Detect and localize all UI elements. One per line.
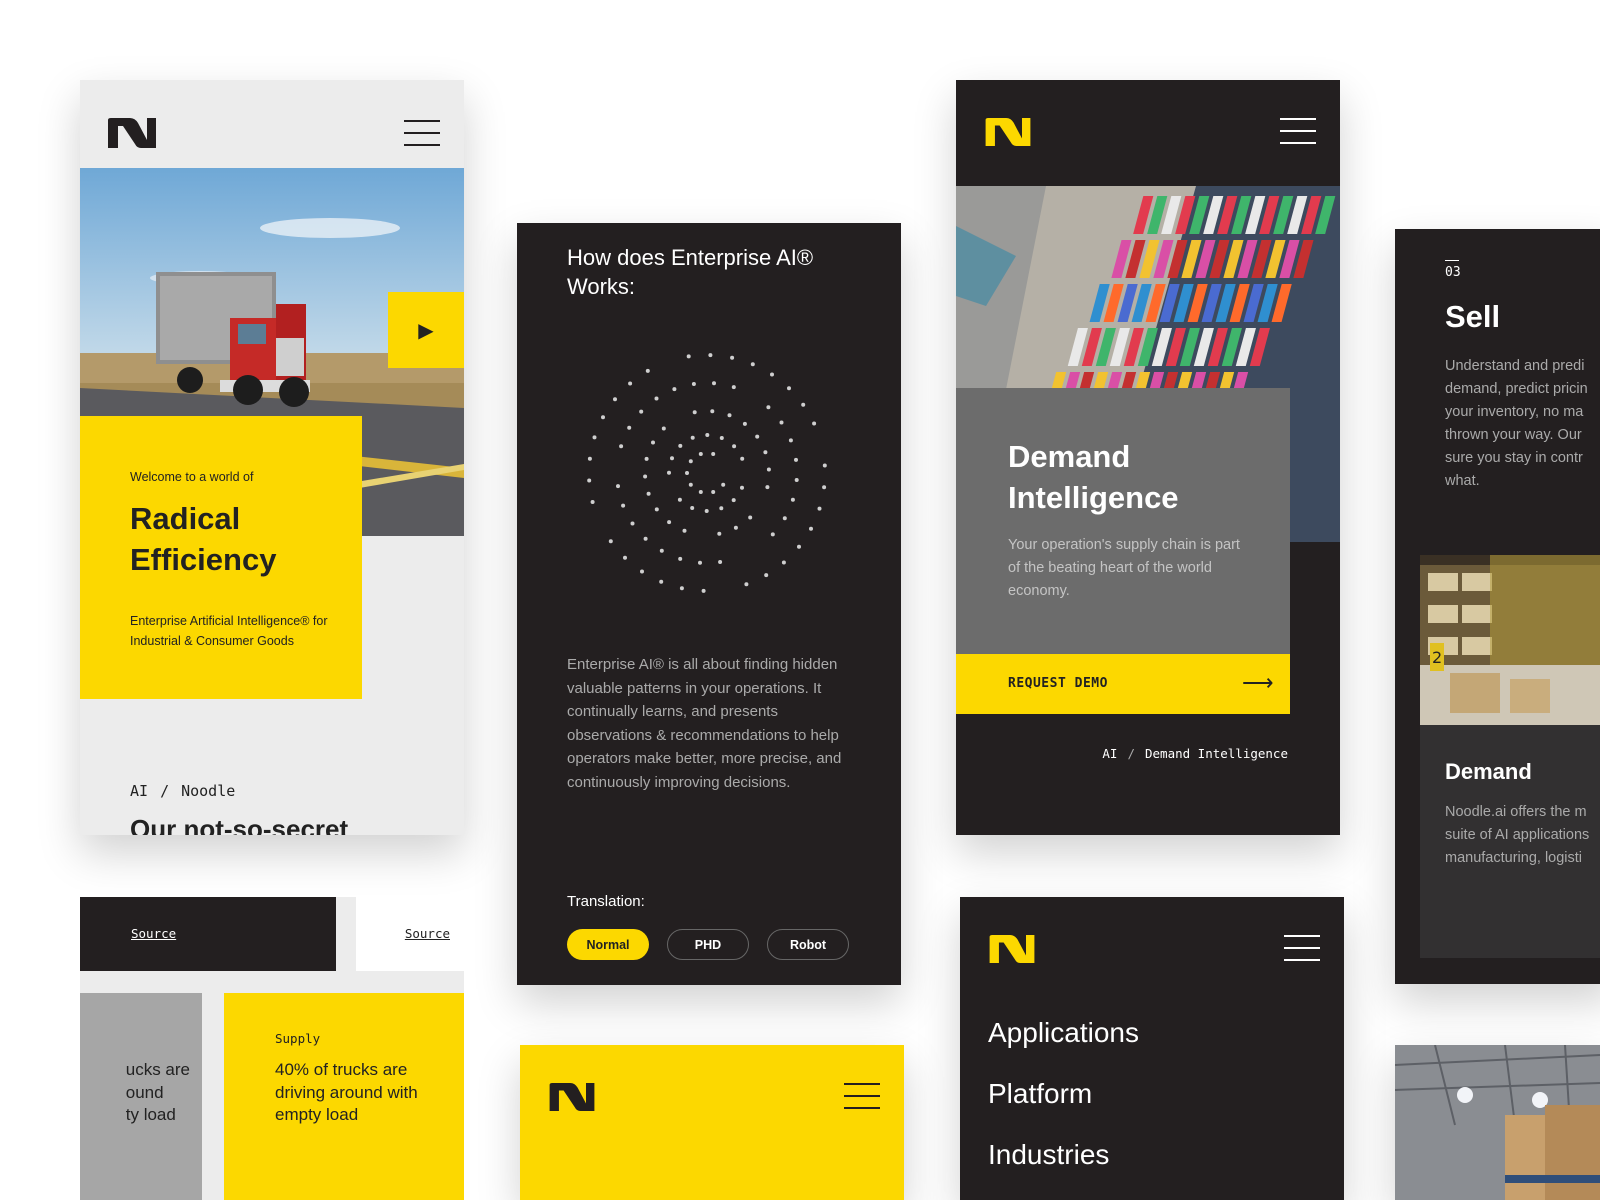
demand-body: Your operation's supply chain is part of… xyxy=(1008,537,1240,599)
stat-text-line: ty load xyxy=(125,1105,176,1124)
sell-body-line: Understand and predi xyxy=(1445,358,1585,374)
menu-icon[interactable] xyxy=(404,120,440,146)
noodle-logo[interactable] xyxy=(984,118,1032,146)
demand-subbody-line: manufacturing, logisti xyxy=(1445,850,1583,866)
menu-item-industries[interactable]: Industries xyxy=(988,1137,1139,1173)
noodle-logo[interactable] xyxy=(108,118,156,148)
request-demo-button[interactable]: REQUEST DEMO ⟶ xyxy=(956,654,1290,714)
warehouse-ceiling-photo xyxy=(1395,1045,1600,1200)
source-band: Source xyxy=(80,897,336,971)
warehouse-shelves-photo: 2 xyxy=(1420,555,1600,725)
request-demo-label: REQUEST DEMO xyxy=(1008,676,1108,691)
step-number: 03 xyxy=(1445,260,1461,280)
demand-heading: Demand Intelligence xyxy=(1008,439,1179,515)
demand-intelligence-screen: Demand Intelligence Your operation's sup… xyxy=(956,80,1340,835)
translation-normal-button[interactable]: Normal xyxy=(567,929,649,960)
sell-body-line: sure you stay in contr xyxy=(1445,450,1583,466)
yellow-header-screen xyxy=(520,1045,904,1200)
demand-subbody-line: Noodle.ai offers the m xyxy=(1445,804,1587,820)
source-band-light: Source xyxy=(356,897,464,971)
source-link[interactable]: Source xyxy=(131,926,176,941)
breadcrumb-separator: / xyxy=(1127,746,1135,761)
sell-body: Understand and predi demand, predict pri… xyxy=(1445,355,1600,493)
svg-text:2: 2 xyxy=(1432,648,1442,667)
main-menu: Applications Platform Industries xyxy=(988,1015,1139,1198)
breadcrumb-ai[interactable]: AI xyxy=(1102,746,1117,761)
demand-panel: Demand Intelligence Your operation's sup… xyxy=(956,388,1290,654)
play-icon: ▶ xyxy=(418,319,434,342)
stat-card-grey: ucks are ound ty load xyxy=(80,993,202,1200)
demand-subpanel: Demand Noodle.ai offers the m suite of A… xyxy=(1420,725,1600,958)
menu-item-platform[interactable]: Platform xyxy=(988,1076,1139,1112)
hero-eyebrow: Welcome to a world of xyxy=(130,470,254,484)
noodle-logo[interactable] xyxy=(988,935,1036,963)
sell-body-line: thrown your way. Our xyxy=(1445,427,1582,443)
stat-card-supply: Supply 40% of trucks are driving around … xyxy=(224,993,464,1200)
menu-item-applications[interactable]: Applications xyxy=(988,1015,1139,1051)
how-body: Enterprise AI® is all about finding hidd… xyxy=(567,656,842,791)
breadcrumb: AI / Demand Intelligence xyxy=(1102,746,1288,761)
translation-robot-button[interactable]: Robot xyxy=(767,929,849,960)
pattern-illustration xyxy=(587,353,827,593)
hero-headline: Radical Efficiency xyxy=(130,501,277,577)
demand-subbody-line: suite of AI applications xyxy=(1445,827,1590,843)
breadcrumb-noodle[interactable]: Noodle xyxy=(181,782,235,800)
how-title: How does Enterprise AI® Works: xyxy=(567,245,814,299)
breadcrumb-ai[interactable]: AI xyxy=(130,782,148,800)
arrow-right-icon: ⟶ xyxy=(1242,670,1274,695)
translation-label: Translation: xyxy=(567,893,645,910)
breadcrumb-separator: / xyxy=(160,782,170,800)
demand-subbody: Noodle.ai offers the m suite of AI appli… xyxy=(1445,801,1600,870)
supply-label: Supply xyxy=(275,1031,321,1046)
section-teaser: Our not-so-secret xyxy=(130,814,349,835)
breadcrumb-demand-intelligence[interactable]: Demand Intelligence xyxy=(1145,746,1288,761)
noodle-logo[interactable] xyxy=(548,1083,596,1111)
navigation-menu-screen: Applications Platform Industries xyxy=(960,897,1344,1200)
sell-screen: 03 Sell Understand and predi demand, pre… xyxy=(1395,229,1600,984)
stat-text-line: ound xyxy=(125,1082,164,1102)
sell-body-line: what. xyxy=(1445,473,1480,489)
play-button[interactable]: ▶ xyxy=(388,292,464,368)
sell-body-line: your inventory, no ma xyxy=(1445,404,1584,420)
supply-stat: 40% of trucks are driving around with em… xyxy=(275,1060,418,1124)
hero-intro-panel: Welcome to a world of Radical Efficiency… xyxy=(80,416,362,699)
hero-subcopy: Enterprise Artificial Intelligence® for … xyxy=(130,614,328,648)
hero-screen: ▶ Welcome to a world of Radical Efficien… xyxy=(80,80,464,835)
stat-text-line: ucks are xyxy=(125,1060,190,1079)
sell-body-line: demand, predict pricin xyxy=(1445,381,1588,397)
stats-screen: Source Source ucks are ound ty load Supp… xyxy=(80,897,464,1200)
source-link[interactable]: Source xyxy=(405,926,450,941)
menu-icon[interactable] xyxy=(1280,118,1316,144)
sell-heading: Sell xyxy=(1445,299,1501,334)
demand-subheading: Demand xyxy=(1445,759,1532,784)
translation-phd-button[interactable]: PHD xyxy=(667,929,749,960)
menu-icon[interactable] xyxy=(1284,935,1320,961)
breadcrumb: AI / Noodle xyxy=(130,782,235,800)
how-it-works-screen: How does Enterprise AI® Works: Enterpris… xyxy=(517,223,901,985)
menu-icon[interactable] xyxy=(844,1083,880,1109)
